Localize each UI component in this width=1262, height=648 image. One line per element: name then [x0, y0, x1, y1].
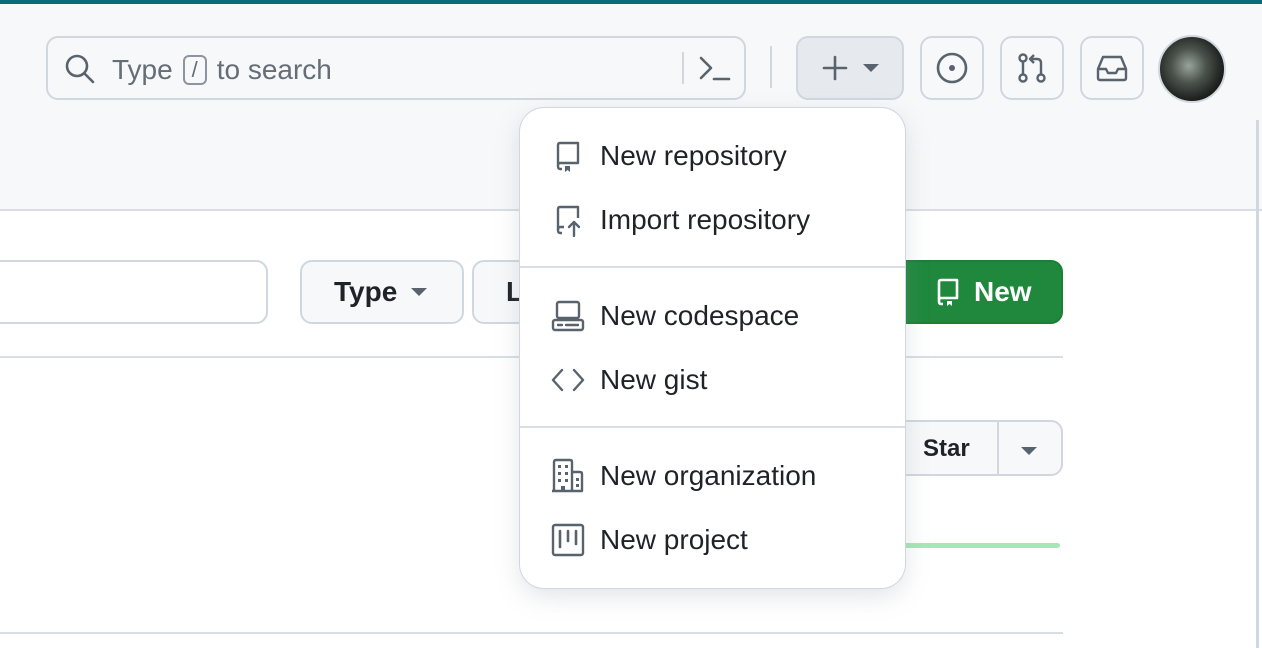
menu-item-label: New repository [600, 140, 787, 171]
repo-icon [556, 141, 580, 172]
plus-icon [822, 55, 848, 81]
chevron-down-icon [411, 288, 428, 296]
menu-item-label: New organization [600, 460, 817, 491]
search-placeholder-before: Type [112, 54, 173, 85]
user-avatar[interactable] [1158, 35, 1226, 103]
menu-item-label: Import repository [600, 204, 811, 235]
pull-requests-button[interactable] [1000, 36, 1064, 100]
new-button-label: New [974, 276, 1032, 307]
issues-button[interactable] [920, 36, 984, 100]
menu-divider [520, 426, 905, 428]
find-repository-input[interactable] [0, 260, 268, 324]
command-palette-icon[interactable] [698, 52, 732, 84]
menu-item-new-codespace[interactable]: New codespace [520, 284, 905, 348]
search-divider [682, 52, 684, 84]
activity-graph-line [895, 543, 1060, 548]
inbox-icon [1096, 55, 1128, 82]
repo-push-icon [556, 205, 581, 238]
menu-item-label: New codespace [600, 300, 800, 331]
issue-opened-icon [936, 52, 968, 84]
project-icon [551, 523, 585, 557]
star-button-label[interactable]: Star [923, 435, 970, 463]
window-scrollbar[interactable] [1256, 120, 1259, 648]
organization-icon [552, 458, 584, 493]
git-pull-request-icon [1018, 53, 1046, 83]
menu-item-label: New gist [600, 364, 708, 395]
header-divider [770, 46, 772, 88]
search-input[interactable]: Type / to search [46, 36, 746, 100]
search-placeholder: Type / to search [112, 54, 332, 86]
menu-item-label: New project [600, 524, 748, 555]
menu-item-new-repository[interactable]: New repository [520, 124, 905, 188]
menu-item-new-project[interactable]: New project [520, 508, 905, 572]
codespaces-icon [551, 300, 585, 332]
list-divider [0, 632, 1063, 634]
repo-icon [937, 278, 959, 306]
chevron-down-icon [863, 64, 879, 72]
create-new-button[interactable] [796, 36, 904, 100]
search-placeholder-after: to search [216, 54, 332, 85]
inbox-button[interactable] [1080, 36, 1144, 100]
new-repository-button[interactable]: New [894, 260, 1063, 324]
menu-item-import-repository[interactable]: Import repository [520, 188, 905, 252]
type-filter-button[interactable]: Type [300, 260, 464, 324]
type-filter-label: Type [334, 276, 398, 307]
star-button-divider [997, 422, 999, 474]
menu-item-new-gist[interactable]: New gist [520, 348, 905, 412]
star-button-group[interactable]: Star [895, 420, 1063, 476]
code-icon [551, 368, 585, 392]
create-new-menu: New repository Import repository New cod… [520, 108, 905, 588]
search-icon [65, 54, 95, 84]
chevron-down-icon[interactable] [1021, 447, 1037, 455]
search-shortcut-key: / [182, 55, 207, 85]
menu-divider [520, 266, 905, 268]
menu-item-new-organization[interactable]: New organization [520, 444, 905, 508]
